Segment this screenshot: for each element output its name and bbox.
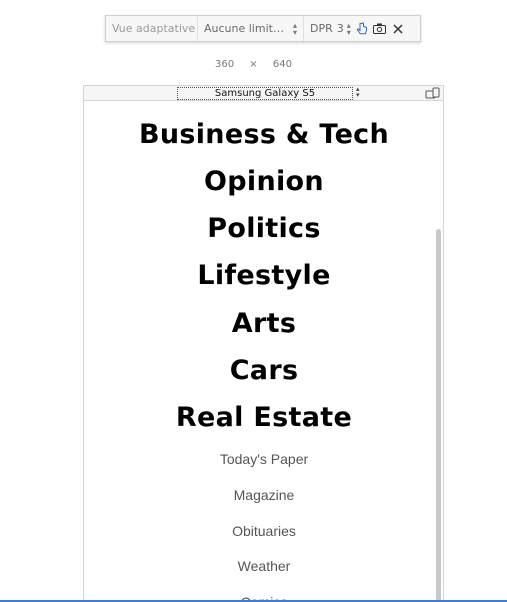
responsive-toolbar: Vue adaptative Aucune limitati... ▴ ▾ DPR… xyxy=(105,15,421,42)
viewport-height[interactable]: 640 xyxy=(273,59,292,70)
section-link[interactable]: Business & Tech xyxy=(84,118,443,152)
viewport-width[interactable]: 360 xyxy=(215,59,234,70)
dimension-separator: × xyxy=(249,59,258,70)
rotate-device-icon[interactable] xyxy=(425,87,441,100)
device-select[interactable]: Samsung Galaxy S5 xyxy=(177,87,353,100)
chevron-updown-icon: ▴ ▾ xyxy=(292,20,297,37)
touch-icon[interactable] xyxy=(353,20,371,38)
camera-icon[interactable] xyxy=(371,20,389,38)
section-link[interactable]: Opinion xyxy=(84,165,443,199)
dpr-select[interactable]: 3 ▴ ▾ xyxy=(335,16,353,41)
nav-link[interactable]: Today's Paper xyxy=(84,450,443,468)
section-link[interactable]: Real Estate xyxy=(84,401,443,435)
scrollbar[interactable] xyxy=(436,229,441,602)
nav-link[interactable]: Obituaries xyxy=(84,522,443,540)
section-link[interactable]: Politics xyxy=(84,212,443,246)
nav-link[interactable]: Magazine xyxy=(84,486,443,504)
throttle-select[interactable]: Aucune limitati... ▴ ▾ xyxy=(198,16,304,41)
section-link[interactable]: Arts xyxy=(84,307,443,341)
section-link[interactable]: Lifestyle xyxy=(84,259,443,293)
responsive-mode-label: Vue adaptative xyxy=(106,16,198,41)
nav-link[interactable]: Weather xyxy=(84,557,443,575)
device-viewport: Business & Tech Opinion Politics Lifesty… xyxy=(83,101,444,602)
dpr-value: 3 xyxy=(336,22,344,35)
device-bar: Samsung Galaxy S5 ▴ ▾ xyxy=(83,85,444,101)
chevron-updown-icon: ▴ ▾ xyxy=(346,20,351,37)
viewport-dimensions: 360 × 640 xyxy=(0,59,507,70)
throttle-value: Aucune limitati... xyxy=(204,22,290,35)
section-link[interactable]: Cars xyxy=(84,354,443,388)
chevron-updown-icon[interactable]: ▴ ▾ xyxy=(356,86,360,99)
dpr-label: DPR xyxy=(310,22,333,35)
close-icon[interactable] xyxy=(389,20,407,38)
